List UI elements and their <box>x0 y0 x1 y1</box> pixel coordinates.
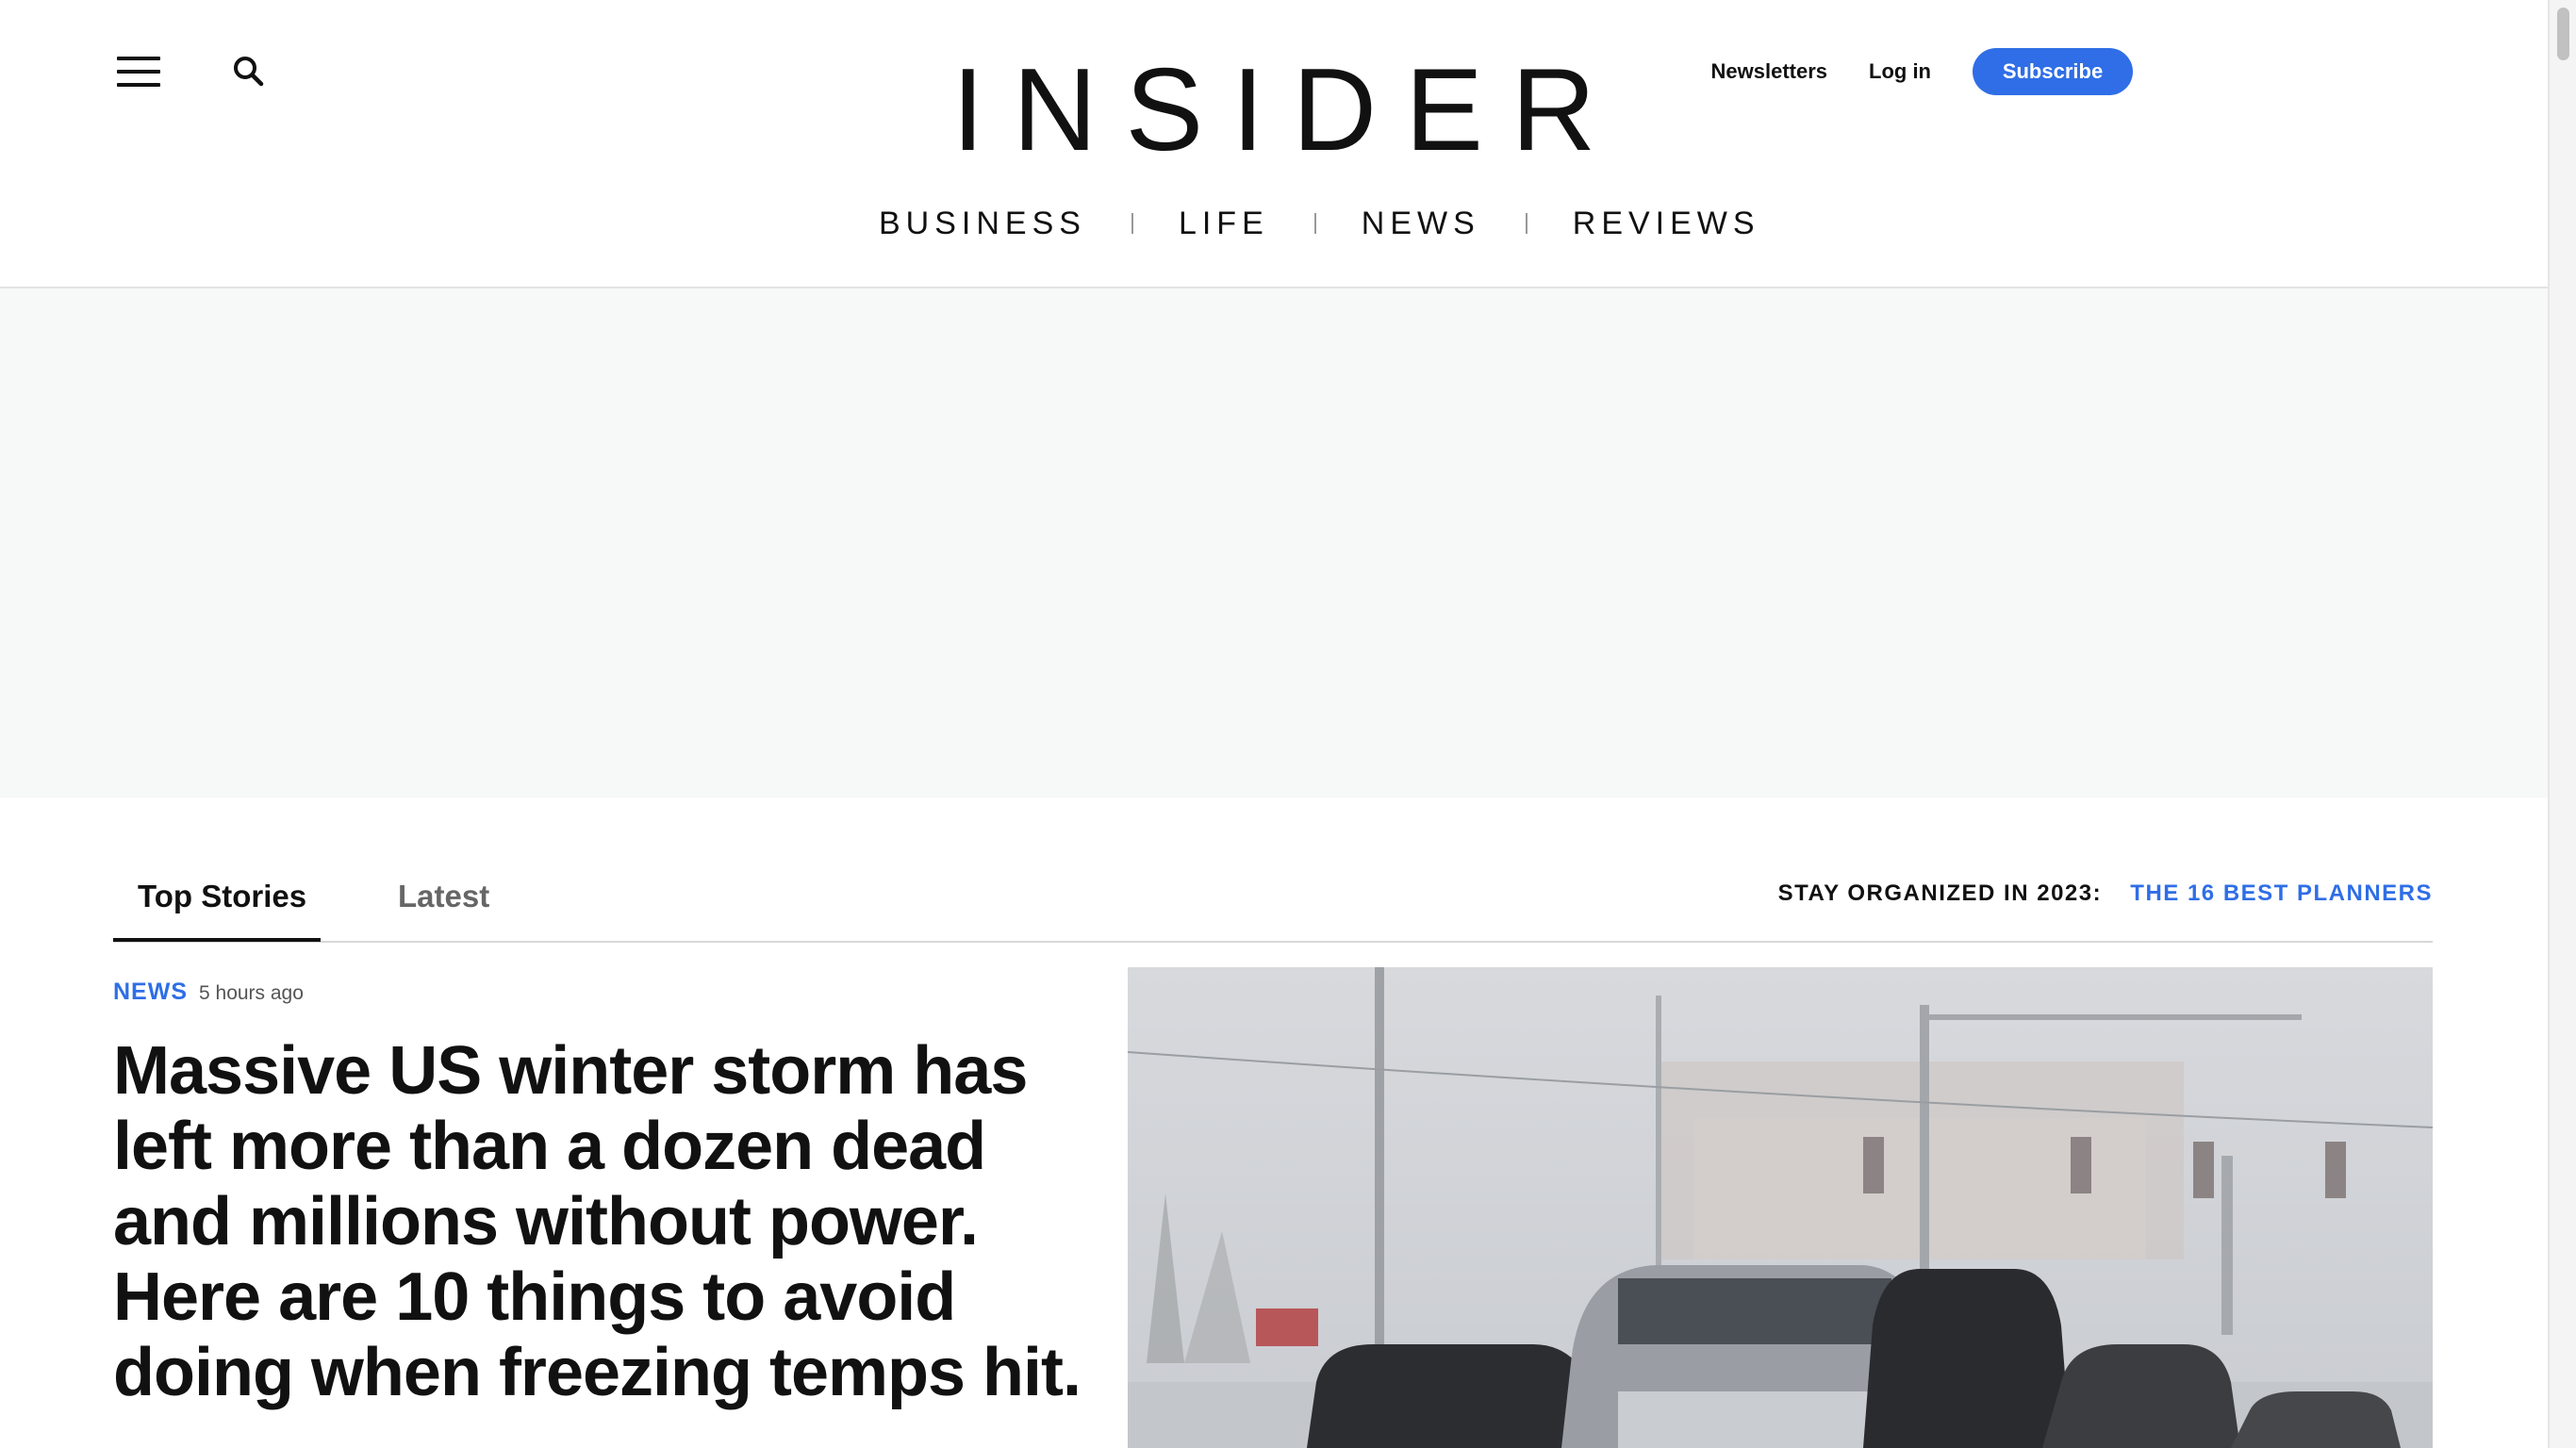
nav-item-life[interactable]: LIFE <box>1179 206 1269 242</box>
story-timestamp: 5 hours ago <box>199 982 304 1004</box>
active-tab-indicator <box>113 938 321 942</box>
hamburger-menu-icon[interactable] <box>117 57 160 87</box>
header-actions: Newsletters Log in Subscribe <box>1711 47 2133 96</box>
tab-top-stories[interactable]: Top Stories <box>138 879 306 914</box>
tab-latest[interactable]: Latest <box>398 879 489 914</box>
story-headline[interactable]: Massive US winter storm has left more th… <box>113 1033 1094 1410</box>
nav-divider <box>1525 213 1527 234</box>
search-icon[interactable] <box>232 55 266 89</box>
nav-item-reviews[interactable]: REVIEWS <box>1573 206 1760 242</box>
ad-placeholder <box>0 288 2548 798</box>
section-nav: BUSINESS LIFE NEWS REVIEWS <box>879 200 1760 247</box>
nav-divider <box>1313 213 1316 234</box>
promo-prefix: STAY ORGANIZED IN 2023: <box>1777 880 2103 906</box>
story-tabs: Top Stories Latest STAY ORGANIZED IN 202… <box>113 862 2433 943</box>
promo-banner: STAY ORGANIZED IN 2023: THE 16 BEST PLAN… <box>1778 880 2433 907</box>
nav-divider <box>1131 213 1133 234</box>
scrollbar-thumb[interactable] <box>2557 8 2569 60</box>
nav-item-business[interactable]: BUSINESS <box>879 206 1086 242</box>
newsletters-link[interactable]: Newsletters <box>1711 59 1828 84</box>
story-image[interactable] <box>1128 967 2433 1448</box>
site-header: INSIDER Newsletters Log in Subscribe BUS… <box>0 0 2548 288</box>
story-meta: NEWS 5 hours ago <box>113 979 304 1006</box>
story-category[interactable]: NEWS <box>113 979 188 1006</box>
insider-logo[interactable]: INSIDER <box>952 49 1596 172</box>
subscribe-button[interactable]: Subscribe <box>1973 48 2133 95</box>
login-link[interactable]: Log in <box>1869 59 1931 84</box>
nav-item-news[interactable]: NEWS <box>1362 206 1480 242</box>
promo-link[interactable]: THE 16 BEST PLANNERS <box>2130 880 2433 906</box>
page-scrollbar[interactable] <box>2548 0 2576 1448</box>
logo-text: INSIDER <box>951 45 1625 175</box>
